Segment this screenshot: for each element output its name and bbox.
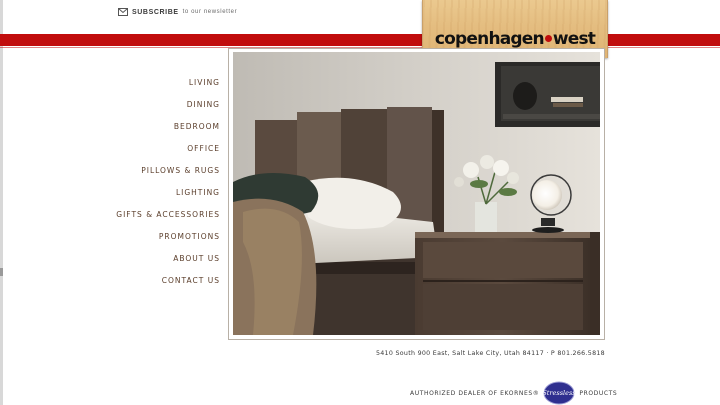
bedroom-scene-illustration <box>233 52 600 335</box>
logo-dot <box>544 34 552 42</box>
nav-item-bedroom[interactable]: BEDROOM <box>116 121 220 143</box>
left-edge-strip <box>0 0 3 405</box>
envelope-icon <box>118 8 128 16</box>
store-address: 5410 South 900 East, Salt Lake City, Uta… <box>375 350 605 357</box>
logo-part-1: copenhagen <box>434 29 545 49</box>
nav-item-living[interactable]: LIVING <box>116 77 220 99</box>
newsletter-link[interactable]: SUBSCRIBE to our newsletter <box>118 6 237 18</box>
hero-image <box>233 52 600 335</box>
nav-item-office[interactable]: OFFICE <box>116 143 220 165</box>
logo-part-2: west <box>552 29 596 49</box>
left-edge-marker <box>0 268 3 276</box>
header-red-band <box>0 34 720 46</box>
dealer-line: AUTHORIZED DEALER OF EKORNES® Stressless… <box>410 381 617 405</box>
logo-wordmark[interactable]: copenhagen west <box>423 29 607 49</box>
newsletter-label[interactable]: SUBSCRIBE <box>132 9 179 16</box>
nav-item-pillows-rugs[interactable]: PILLOWS & RUGS <box>116 165 220 187</box>
dealer-prefix: AUTHORIZED DEALER OF EKORNES® <box>410 389 540 397</box>
nav-item-lighting[interactable]: LIGHTING <box>116 187 220 209</box>
nav-item-contact-us[interactable]: CONTACT US <box>116 275 220 297</box>
dealer-suffix: PRODUCTS <box>579 389 618 397</box>
nav-item-about-us[interactable]: ABOUT US <box>116 253 220 275</box>
hero-frame <box>228 48 605 340</box>
badge-text: Stressless <box>543 389 577 397</box>
main-nav: LIVING DINING BEDROOM OFFICE PILLOWS & R… <box>116 77 220 297</box>
nav-item-promotions[interactable]: PROMOTIONS <box>116 231 220 253</box>
newsletter-sublabel[interactable]: to our newsletter <box>183 9 238 15</box>
stressless-badge-icon[interactable]: Stressless <box>542 381 576 405</box>
nav-item-gifts-accessories[interactable]: GIFTS & ACCESSORIES <box>116 209 220 231</box>
nav-item-dining[interactable]: DINING <box>116 99 220 121</box>
